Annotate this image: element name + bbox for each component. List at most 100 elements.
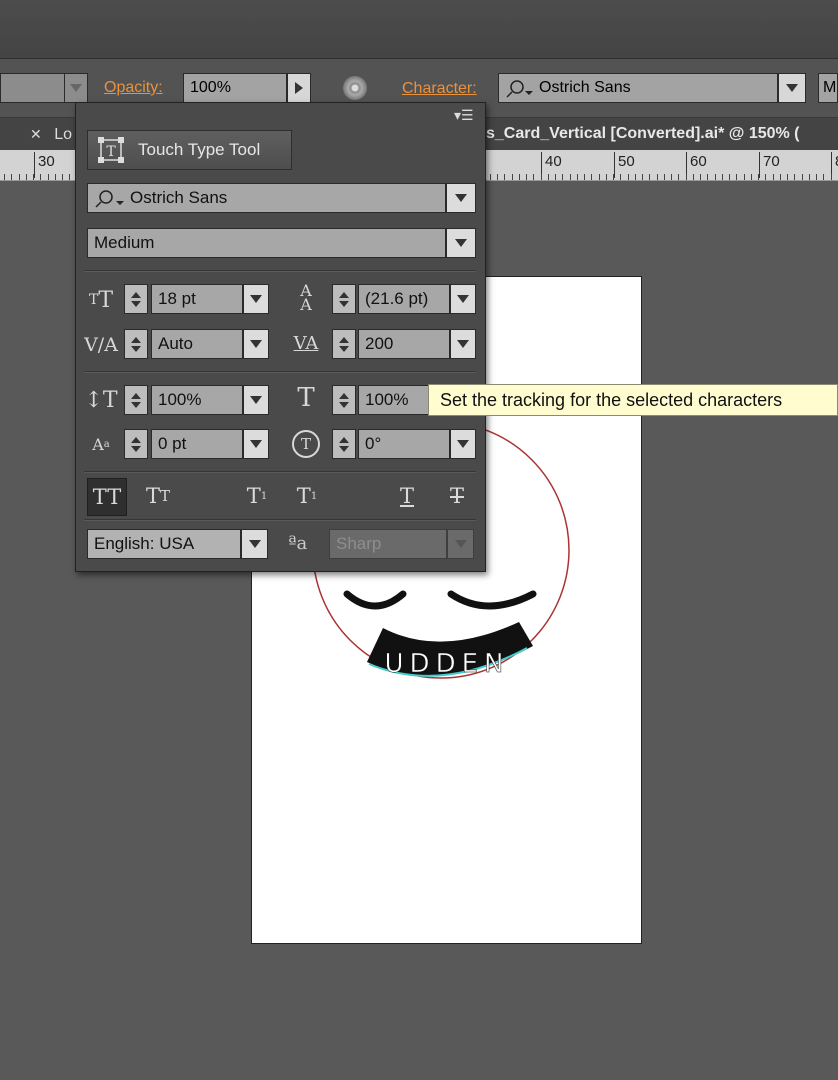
ruler-tick: [512, 174, 513, 180]
ruler-label: 40: [541, 152, 562, 178]
font-family-dropdown[interactable]: [446, 183, 476, 213]
left-eye-arc: [343, 590, 407, 610]
ruler-label: 60: [686, 152, 707, 178]
ruler-tick: [816, 174, 817, 180]
ruler-tick: [555, 174, 556, 180]
baseline-shift-stepper[interactable]: [124, 429, 148, 459]
ruler-tick: [765, 174, 766, 180]
kerning-stepper[interactable]: [124, 329, 148, 359]
chevron-down-icon: [457, 295, 469, 303]
ruler-tick: [831, 174, 832, 180]
character-rotation-input[interactable]: 0°: [358, 429, 450, 459]
ruler-tick: [548, 174, 549, 180]
vertical-scale-stepper[interactable]: [124, 385, 148, 415]
character-label[interactable]: Character:: [402, 80, 477, 98]
superscript-button[interactable]: T1: [238, 478, 276, 514]
ruler-label: 50: [614, 152, 635, 178]
character-rotation-icon: T: [289, 427, 323, 461]
ruler-tick: [62, 174, 63, 180]
kerning-dropdown[interactable]: [243, 329, 269, 359]
chevron-down-icon: [457, 340, 469, 348]
underline-button[interactable]: T: [388, 478, 426, 514]
ruler-tick: [823, 174, 824, 180]
horizontal-scale-stepper[interactable]: [332, 385, 356, 415]
font-size-dropdown[interactable]: [243, 284, 269, 314]
ruler-tick: [707, 174, 708, 180]
chevron-right-icon: [295, 82, 303, 94]
font-family-dropdown-button[interactable]: [778, 73, 806, 103]
ruler-tick: [744, 174, 745, 180]
strikethrough-button[interactable]: T: [438, 478, 476, 514]
baseline-shift-icon: Aa: [92, 434, 110, 454]
ruler-tick: [504, 174, 505, 180]
font-size-input[interactable]: 18 pt: [151, 284, 243, 314]
chevron-down-icon: [250, 340, 262, 348]
tracking-dropdown[interactable]: [450, 329, 476, 359]
leading-input[interactable]: (21.6 pt): [358, 284, 450, 314]
badge-text: UDDEN: [385, 649, 510, 679]
ruler-tick: [613, 174, 614, 180]
stroke-field[interactable]: [0, 73, 66, 103]
touch-type-icon: T: [98, 137, 124, 163]
font-family-value: Ostrich Sans: [130, 188, 228, 207]
baseline-shift-dropdown[interactable]: [243, 429, 269, 459]
chevron-down-icon: [454, 540, 467, 548]
ruler-tick: [577, 174, 578, 180]
font-style-field[interactable]: M: [818, 73, 838, 103]
vertical-scale-icon: ↕T: [84, 387, 118, 413]
leading-icon: AA: [300, 281, 312, 314]
ruler-tick: [533, 174, 534, 180]
font-size-icon: TT: [88, 287, 114, 313]
ruler-tick: [519, 174, 520, 180]
language-select[interactable]: English: USA: [87, 529, 241, 559]
ruler-label: 70: [759, 152, 780, 178]
divider: [84, 371, 476, 373]
opacity-input[interactable]: 100%: [183, 73, 287, 103]
close-icon[interactable]: ✕: [30, 126, 42, 142]
font-size-stepper[interactable]: [124, 284, 148, 314]
tracking-input[interactable]: 200: [358, 329, 450, 359]
baseline-shift-input[interactable]: 0 pt: [151, 429, 243, 459]
ruler-tick: [526, 174, 527, 180]
ruler-tick: [722, 174, 723, 180]
small-caps-button[interactable]: TT: [139, 478, 177, 514]
all-caps-button[interactable]: TT: [87, 478, 127, 516]
leading-dropdown[interactable]: [450, 284, 476, 314]
touch-type-label: Touch Type Tool: [138, 140, 261, 159]
font-style-dropdown[interactable]: [446, 228, 476, 258]
subscript-button[interactable]: T1: [288, 478, 326, 514]
font-style-input[interactable]: Medium: [87, 228, 446, 258]
panel-menu-icon[interactable]: ▾☰: [454, 107, 474, 124]
tab-left-document[interactable]: ✕ Lo: [0, 118, 78, 150]
stroke-dropdown-button[interactable]: [64, 73, 88, 103]
tab-active-document[interactable]: s_Card_Vertical [Converted].ai* @ 150% (: [486, 118, 838, 150]
ruler-label: 30: [34, 152, 55, 178]
ruler-tick: [635, 174, 636, 180]
ruler-tick: [693, 174, 694, 180]
chevron-down-icon: [250, 396, 262, 404]
font-family-field[interactable]: Ostrich Sans: [498, 73, 778, 103]
vertical-scale-dropdown[interactable]: [243, 385, 269, 415]
opacity-label[interactable]: Opacity:: [104, 79, 163, 97]
horizontal-scale-icon: T: [297, 383, 315, 413]
character-rotation-dropdown[interactable]: [450, 429, 476, 459]
leading-stepper[interactable]: [332, 284, 356, 314]
ruler-tick: [11, 174, 12, 180]
ruler-tick: [599, 174, 600, 180]
ruler-tick: [490, 174, 491, 180]
recolor-artwork-icon[interactable]: [343, 76, 367, 100]
vertical-scale-input[interactable]: 100%: [151, 385, 243, 415]
kerning-input[interactable]: Auto: [151, 329, 243, 359]
touch-type-tool-button[interactable]: T Touch Type Tool: [87, 130, 292, 170]
ruler-tick: [69, 174, 70, 180]
ruler-tick: [780, 174, 781, 180]
ruler-tick: [26, 174, 27, 180]
anti-aliasing-icon: ªa: [288, 533, 308, 554]
opacity-slider-button[interactable]: [287, 73, 311, 103]
tracking-stepper[interactable]: [332, 329, 356, 359]
font-family-input[interactable]: Ostrich Sans: [87, 183, 446, 213]
character-rotation-stepper[interactable]: [332, 429, 356, 459]
tab-label: s_Card_Vertical [Converted].ai* @ 150% (: [486, 125, 800, 142]
ruler-tick: [55, 174, 56, 180]
language-dropdown[interactable]: [241, 529, 268, 559]
